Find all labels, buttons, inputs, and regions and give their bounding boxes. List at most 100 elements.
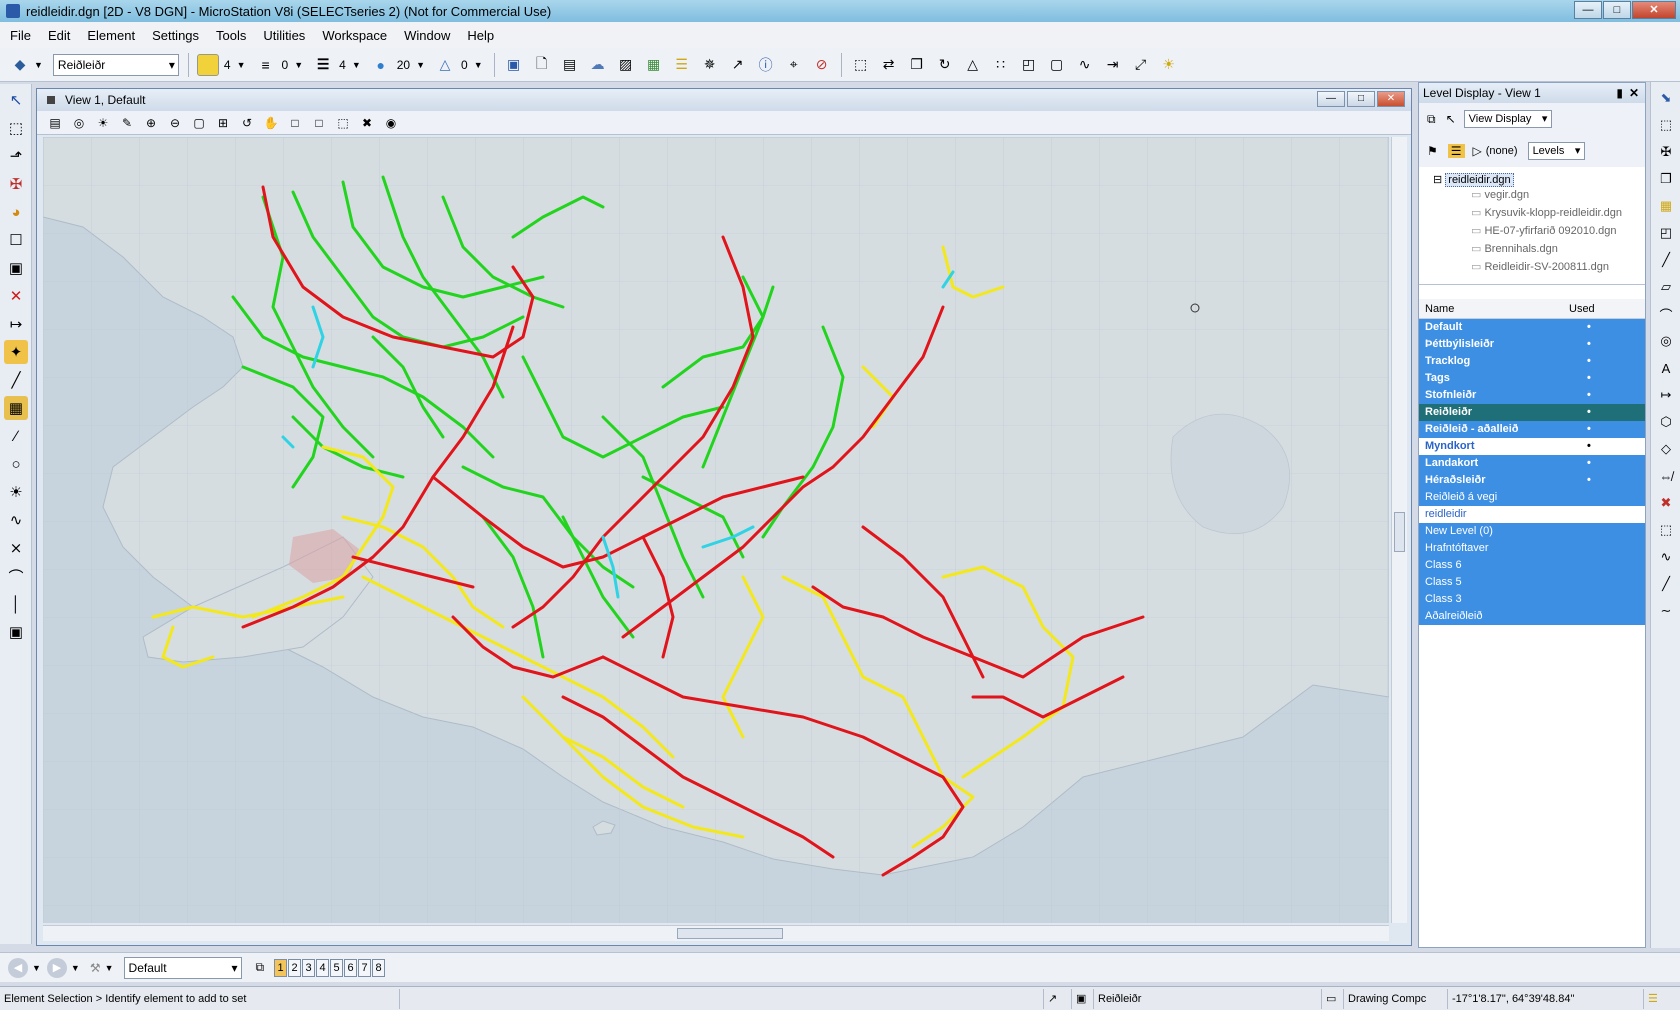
level-row[interactable]: Reiðleið - aðalleið •: [1419, 421, 1645, 438]
measure-tool-icon[interactable]: ↦: [4, 312, 28, 336]
mirror-icon[interactable]: △: [962, 54, 984, 76]
task-delete-icon[interactable]: ✖: [1655, 492, 1677, 514]
task-arc-icon[interactable]: ⌒: [1655, 303, 1677, 325]
tree-item[interactable]: HE-07-yfirfarið 092010.dgn: [1423, 222, 1641, 240]
clip-mask-icon[interactable]: ✖: [357, 114, 377, 132]
level-manager-icon[interactable]: ◆: [9, 54, 31, 76]
dropdown-arrow-icon[interactable]: ▼: [474, 60, 483, 70]
forward-icon[interactable]: ▶: [46, 957, 67, 978]
level-row[interactable]: Aðalreiðleið: [1419, 608, 1645, 625]
task-dimension-icon[interactable]: ↦: [1655, 384, 1677, 406]
dropdown-arrow-icon[interactable]: ▼: [71, 963, 80, 973]
levels-combo[interactable]: Levels: [1527, 142, 1586, 160]
menu-element[interactable]: Element: [87, 28, 135, 43]
modify-icon[interactable]: ✠: [4, 172, 28, 196]
fence-icon[interactable]: ⬚: [4, 116, 28, 140]
dropdown-arrow-icon[interactable]: ▼: [416, 60, 425, 70]
level-row[interactable]: Default •: [1419, 319, 1645, 336]
horizontal-scrollbar[interactable]: [43, 925, 1389, 941]
menu-window[interactable]: Window: [404, 28, 450, 43]
dropdown-arrow-icon[interactable]: ▼: [34, 60, 43, 70]
level-row[interactable]: Stofnleiðr •: [1419, 387, 1645, 404]
fit-view-icon[interactable]: ⊞: [213, 114, 233, 132]
task-cell-icon[interactable]: ⬡: [1655, 411, 1677, 433]
horizontal-scroll-thumb[interactable]: [677, 928, 783, 939]
menu-file[interactable]: File: [10, 28, 31, 43]
priority-icon[interactable]: △: [434, 54, 456, 76]
menu-edit[interactable]: Edit: [48, 28, 70, 43]
views-icon[interactable]: ⧉: [1427, 112, 1436, 127]
level-row[interactable]: Tags •: [1419, 370, 1645, 387]
task-polygon-icon[interactable]: ▱: [1655, 276, 1677, 298]
tree-item[interactable]: vegir.dgn: [1423, 186, 1641, 204]
element-selection-icon[interactable]: ▣: [503, 54, 525, 76]
new-file-icon[interactable]: 🗋: [531, 54, 553, 76]
view-6-button[interactable]: 6: [344, 958, 358, 977]
vertical-scroll-thumb[interactable]: [1394, 512, 1405, 552]
pointer-icon[interactable]: ↖: [1446, 112, 1456, 126]
close-button[interactable]: ✕: [1632, 1, 1676, 19]
move-icon[interactable]: ⇄: [878, 54, 900, 76]
view-previous-icon[interactable]: □: [285, 114, 305, 132]
delete-icon[interactable]: ⊘: [811, 54, 833, 76]
tree-item[interactable]: Reidleidir-SV-200811.dgn: [1423, 258, 1641, 276]
level-row[interactable]: Class 3: [1419, 591, 1645, 608]
menu-workspace[interactable]: Workspace: [322, 28, 387, 43]
intersect-icon[interactable]: ⨯: [4, 536, 28, 560]
snap-mode-icon[interactable]: ↗: [1044, 988, 1072, 1009]
lock-icon[interactable]: ▣: [1072, 988, 1094, 1009]
dropdown-arrow-icon[interactable]: ▼: [105, 963, 114, 973]
zoom-out-icon[interactable]: ⊖: [165, 114, 185, 132]
task-wave-icon[interactable]: ∼: [1655, 600, 1677, 622]
display-style-icon[interactable]: ◎: [69, 114, 89, 132]
column-name[interactable]: Name: [1419, 303, 1569, 315]
pin-icon[interactable]: ▮: [1616, 83, 1623, 103]
task-copy-icon[interactable]: ❐: [1655, 168, 1677, 190]
references-icon[interactable]: ▤: [559, 54, 581, 76]
align-icon[interactable]: ⬚: [850, 54, 872, 76]
dropdown-arrow-icon[interactable]: ▼: [294, 60, 303, 70]
view-window-1[interactable]: View 1, Default ― □ ✕ ▤ ◎ ☀ ✎ ⊕ ⊖ ▢ ⊞ ↺ …: [36, 88, 1412, 946]
active-level-combo[interactable]: Reiðleiðr: [52, 53, 179, 76]
scale-icon[interactable]: ◰: [1018, 54, 1040, 76]
task-circle-icon[interactable]: ◎: [1655, 330, 1677, 352]
tray-icon[interactable]: ☰: [1644, 989, 1674, 1009]
tree-item[interactable]: Brennihals.dgn: [1423, 240, 1641, 258]
linear-icon[interactable]: ╱: [4, 368, 28, 392]
change-attributes-icon[interactable]: ☐: [4, 228, 28, 252]
patterns-icon[interactable]: ▦: [4, 396, 28, 420]
dropdown-arrow-icon[interactable]: ▼: [352, 60, 361, 70]
rotate-icon[interactable]: ↻: [934, 54, 956, 76]
task-measure-icon[interactable]: ⇎: [1655, 465, 1677, 487]
dropdown-arrow-icon[interactable]: ▼: [32, 963, 41, 973]
copy-icon[interactable]: ❐: [906, 54, 928, 76]
level-row[interactable]: Hrafntóftaver: [1419, 540, 1645, 557]
tree-root[interactable]: ⊟ reidleidir.dgn: [1423, 173, 1641, 187]
menu-tools[interactable]: Tools: [216, 28, 246, 43]
back-icon[interactable]: ◀: [8, 957, 28, 978]
update-view-icon[interactable]: ✎: [117, 114, 137, 132]
tree-item[interactable]: Krysuvik-klopp-reidleidir.dgn: [1423, 204, 1641, 222]
task-text-icon[interactable]: A: [1655, 357, 1677, 379]
view-group-combo[interactable]: Default: [123, 956, 242, 979]
zoom-in-icon[interactable]: ⊕: [141, 114, 161, 132]
delete-tool-icon[interactable]: ✕: [4, 284, 28, 308]
task-pattern-icon[interactable]: ▦: [1655, 195, 1677, 217]
view-attributes-icon[interactable]: ▤: [45, 114, 65, 132]
extend-icon[interactable]: ⇥: [1102, 54, 1124, 76]
level-row[interactable]: Þéttbýlisleiðr •: [1419, 336, 1645, 353]
tips-icon[interactable]: ☀: [1158, 54, 1180, 76]
flag-icon[interactable]: ⚑: [1427, 144, 1438, 158]
view-2-button[interactable]: 2: [288, 958, 302, 977]
cell-icon[interactable]: │: [4, 592, 28, 616]
window-area-icon[interactable]: ▢: [189, 114, 209, 132]
view-minimize-button[interactable]: ―: [1317, 91, 1345, 107]
vertical-scrollbar[interactable]: [1391, 137, 1407, 923]
view-close-button[interactable]: ✕: [1377, 91, 1405, 107]
view-1-button[interactable]: 1: [274, 958, 288, 977]
pan-view-icon[interactable]: ✋: [261, 114, 281, 132]
transparency-globe-icon[interactable]: ●: [370, 54, 392, 76]
task-curve-icon[interactable]: ∿: [1655, 546, 1677, 568]
spin-icon[interactable]: ∿: [1074, 54, 1096, 76]
info-icon[interactable]: ⓘ: [755, 54, 777, 76]
